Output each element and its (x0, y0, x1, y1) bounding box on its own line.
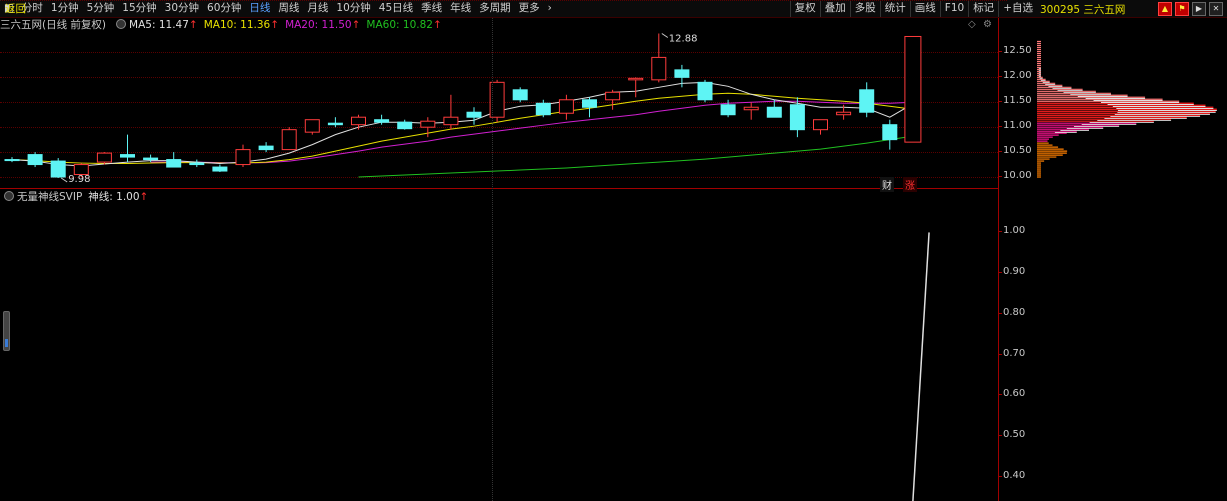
candle-body[interactable] (327, 122, 343, 126)
candle-body[interactable] (374, 119, 390, 123)
candle-body[interactable] (651, 56, 667, 81)
indicator-tick: 0.70 (998, 347, 1026, 359)
candle-body[interactable] (904, 35, 922, 143)
candle-body[interactable] (27, 154, 43, 166)
candle-body[interactable] (466, 111, 482, 118)
ma5-line (11, 81, 914, 167)
price-tick: 11.50 (999, 95, 1032, 107)
candle-body[interactable] (605, 91, 621, 101)
low-pointer (60, 177, 68, 183)
stock-header: 300295 三六五网 ▲ ⚑ ▶ ✕ (1037, 0, 1227, 18)
candle-body[interactable] (212, 166, 228, 172)
price-tick: 11.00 (999, 120, 1032, 132)
candle-body[interactable] (859, 89, 875, 113)
high-price-label: 12.88 (669, 33, 698, 44)
indicator-settings-icon[interactable] (4, 191, 14, 201)
pane-separator (0, 188, 998, 189)
candle-body[interactable] (743, 106, 759, 111)
candle-body[interactable] (535, 102, 551, 116)
candle-body[interactable] (443, 116, 459, 126)
indicator-tick: 0.40 (998, 469, 1026, 481)
candle-body[interactable] (836, 111, 852, 116)
price-tick: 12.50 (999, 45, 1032, 57)
candle-body[interactable] (120, 154, 135, 158)
candle-body[interactable] (50, 160, 66, 178)
indicator-arrow: ↑ (139, 191, 149, 203)
finance-badge[interactable]: 财 (880, 177, 894, 192)
candle-body[interactable] (235, 149, 251, 166)
candle-body[interactable] (628, 77, 644, 81)
indicator-tick: 0.50 (998, 428, 1026, 440)
candle-body[interactable] (882, 124, 898, 141)
candle-body[interactable] (420, 120, 436, 128)
candle-body[interactable] (512, 89, 528, 101)
indicator-line (912, 232, 930, 501)
ma60-line (358, 135, 913, 178)
candle-body[interactable] (4, 159, 20, 162)
indicator-value: 神线: 1.00 (88, 191, 140, 203)
indicator-tick: 0.90 (998, 266, 1026, 278)
candle-body[interactable] (582, 99, 597, 108)
low-price-label: 9.98 (68, 174, 90, 185)
price-tick: 12.00 (999, 70, 1032, 82)
price-axis: 12.50 12.00 11.50 11.00 10.50 10.00 1.00 0.90 0.… (998, 18, 1038, 501)
price-tick: 10.00 (999, 170, 1032, 182)
right-arrow-icon[interactable]: ▶ (1192, 2, 1206, 16)
candle-body[interactable] (674, 69, 690, 78)
candle-body[interactable] (397, 121, 413, 130)
candle-body[interactable] (558, 99, 574, 114)
candle-body[interactable] (304, 119, 320, 133)
chip-distribution (1037, 40, 1217, 178)
candle-body[interactable] (143, 157, 159, 161)
candle-body[interactable] (281, 129, 297, 151)
limit-up-badge[interactable]: 涨 (903, 177, 917, 192)
candle-body[interactable] (720, 104, 736, 116)
scroll-handle[interactable] (3, 311, 10, 351)
close-icon[interactable]: ✕ (1209, 2, 1223, 16)
indicator-name: 无量神线SVIP (17, 191, 83, 203)
high-pointer (661, 33, 669, 38)
indicator-tick: 0.80 (998, 306, 1026, 318)
alert-icon[interactable]: ▲ (1158, 2, 1172, 16)
candle-body[interactable] (166, 159, 182, 168)
candle-body[interactable] (351, 116, 366, 126)
price-tick: 10.50 (999, 145, 1032, 157)
candle-body[interactable] (96, 152, 112, 163)
indicator-legend: 无量神线SVIP 神线: 1.00↑ (0, 190, 148, 204)
candle-body[interactable] (189, 162, 205, 166)
candle-body[interactable] (813, 119, 828, 131)
candle-body[interactable] (697, 81, 713, 101)
indicator-tick: 1.00 (998, 225, 1026, 237)
candle-body[interactable] (766, 106, 782, 118)
action-7[interactable]: +自选 (998, 0, 1037, 17)
candle-body[interactable] (789, 104, 805, 131)
candle-body[interactable] (258, 145, 274, 151)
crosshair-vertical (492, 18, 493, 501)
flag-icon[interactable]: ⚑ (1175, 2, 1189, 16)
indicator-tick: 0.60 (998, 388, 1026, 400)
stock-code-name: 300295 三六五网 (1040, 4, 1126, 16)
candlestick-chart[interactable]: 12.88 9.98 (0, 0, 998, 501)
